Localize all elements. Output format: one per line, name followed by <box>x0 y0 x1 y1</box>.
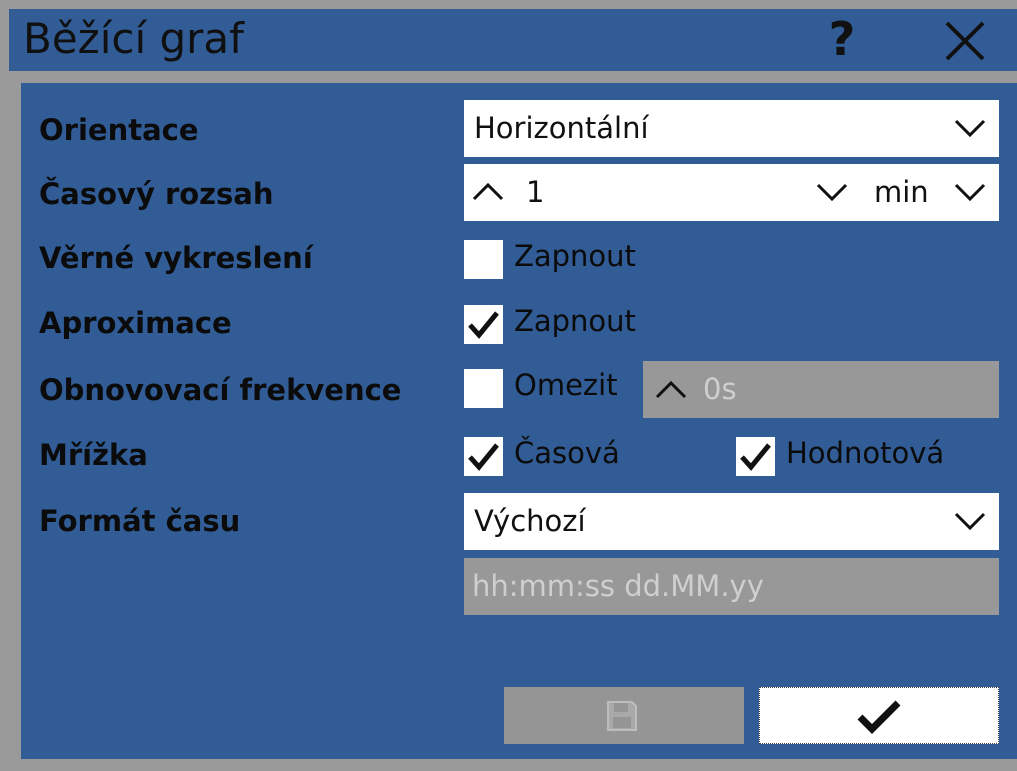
help-button[interactable]: ? <box>814 13 870 69</box>
chevron-down-icon <box>954 119 986 138</box>
time-format-pattern-field: hh:mm:ss dd.MM.yy <box>464 558 999 615</box>
approximation-checkbox[interactable] <box>464 305 503 344</box>
grid-time-checkbox[interactable] <box>464 437 503 476</box>
faithful-render-label: Věrné vykreslení <box>39 241 313 275</box>
checkmark-icon <box>740 443 771 471</box>
ok-button[interactable] <box>759 687 999 744</box>
time-format-value: Výchozí <box>474 504 586 538</box>
title-bar: Běžící graf ? <box>9 9 1017 71</box>
faithful-render-checkbox-label[interactable]: Zapnout <box>514 238 636 274</box>
time-range-value[interactable]: 1 <box>526 173 544 211</box>
approximation-checkbox-label[interactable]: Zapnout <box>514 303 636 339</box>
chevron-down-icon <box>954 512 986 531</box>
time-format-pattern: hh:mm:ss dd.MM.yy <box>472 569 764 603</box>
refresh-rate-label: Obnovovací frekvence <box>39 373 402 407</box>
time-range-label: Časový rozsah <box>39 177 274 211</box>
time-format-dropdown[interactable]: Výchozí <box>464 493 999 550</box>
help-icon: ? <box>828 12 856 66</box>
chevron-up-icon <box>655 380 687 399</box>
orientation-dropdown[interactable]: Horizontální <box>464 100 999 157</box>
save-icon <box>607 701 637 731</box>
window-title: Běžící graf <box>23 14 244 63</box>
orientation-value: Horizontální <box>474 111 649 145</box>
grid-value-checkbox-label[interactable]: Hodnotová <box>786 435 944 471</box>
save-button[interactable] <box>504 687 744 744</box>
faithful-render-checkbox[interactable] <box>464 240 503 279</box>
grid-value-checkbox[interactable] <box>736 437 775 476</box>
time-range-field[interactable]: 1 min <box>464 164 999 221</box>
approximation-label: Aproximace <box>39 306 232 340</box>
checkmark-icon <box>468 443 499 471</box>
refresh-rate-value: 0s <box>703 372 737 406</box>
time-format-label: Formát času <box>39 504 241 538</box>
chevron-up-icon[interactable] <box>472 178 504 206</box>
chevron-down-icon[interactable] <box>816 178 848 206</box>
checkmark-icon <box>857 700 901 734</box>
time-range-unit[interactable]: min <box>874 173 929 211</box>
refresh-rate-field: 0s <box>643 361 999 418</box>
checkmark-icon <box>468 311 499 339</box>
refresh-limit-checkbox-label[interactable]: Omezit <box>514 367 618 403</box>
grid-label: Mřížka <box>39 438 148 472</box>
orientation-label: Orientace <box>39 113 199 147</box>
settings-panel: Orientace Horizontální Časový rozsah 1 m… <box>21 83 1017 759</box>
refresh-limit-checkbox[interactable] <box>464 369 503 408</box>
close-button[interactable] <box>937 13 993 69</box>
chevron-down-icon[interactable] <box>954 178 986 206</box>
close-icon <box>945 21 985 61</box>
grid-time-checkbox-label[interactable]: Časová <box>514 435 620 471</box>
